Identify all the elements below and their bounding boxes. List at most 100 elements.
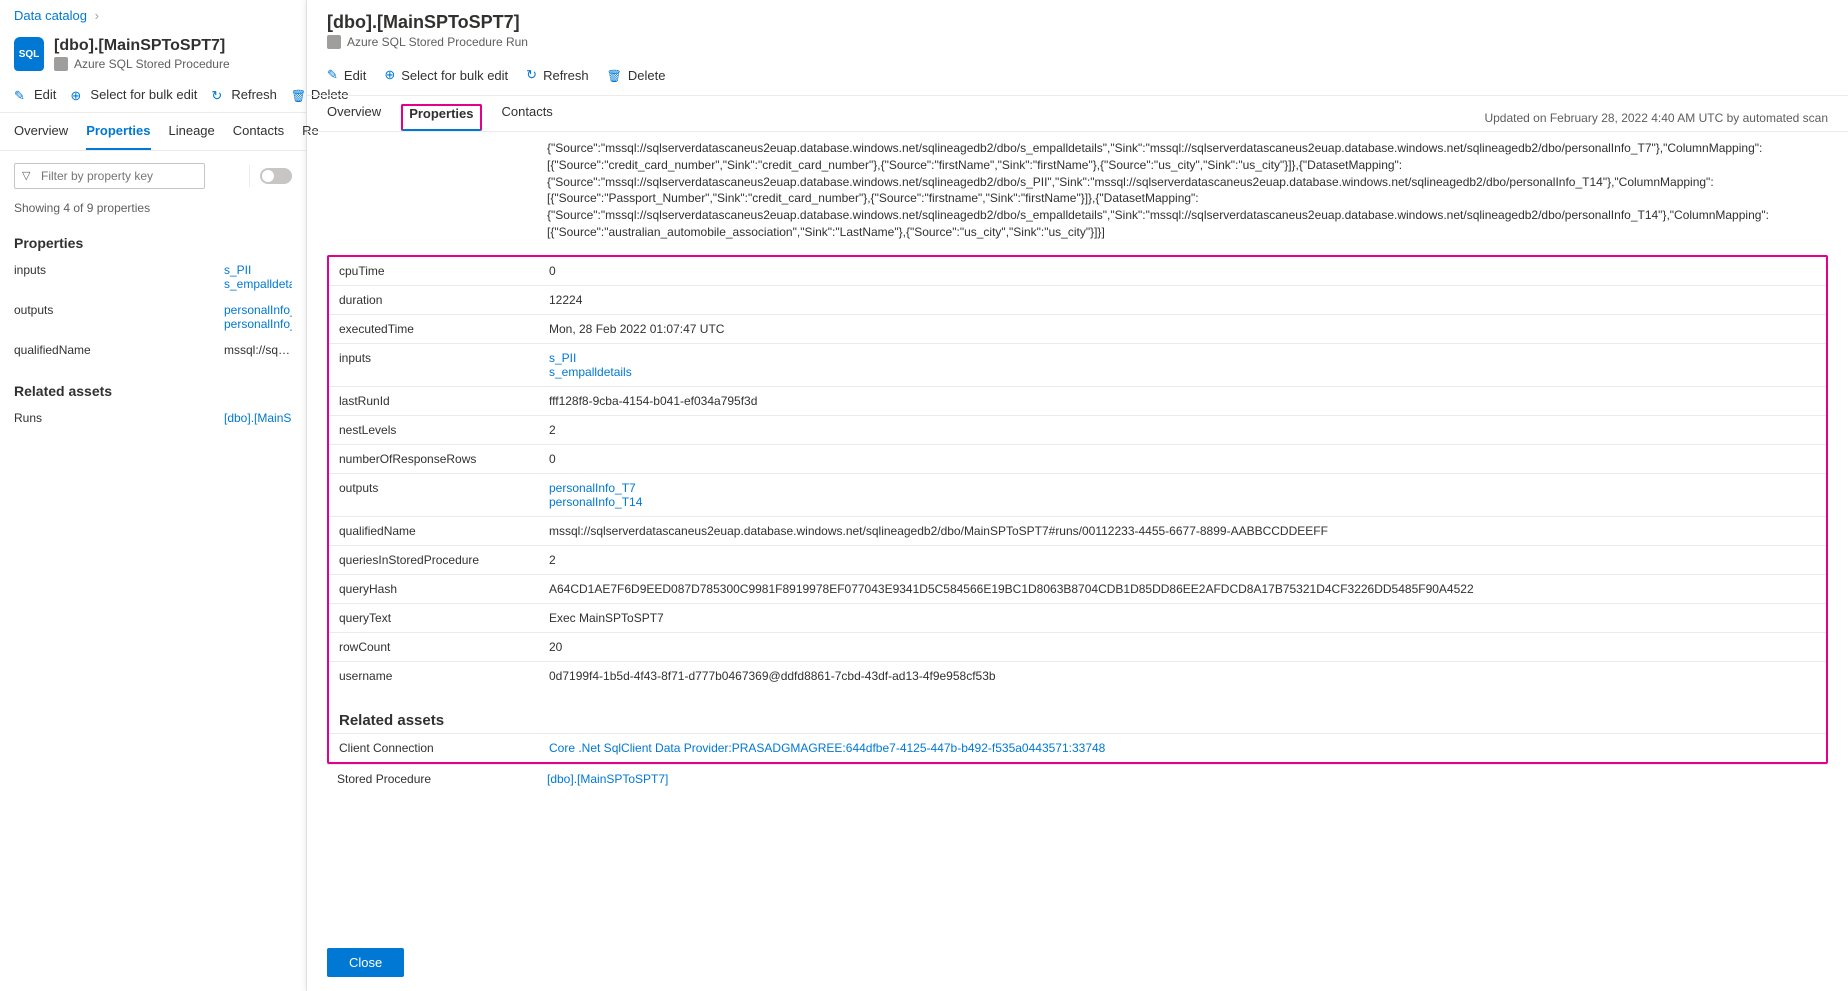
prop-row-lastrunid: lastRunId fff128f8-9cba-4154-b041-ef034a… — [329, 386, 1826, 415]
edit-icon — [327, 67, 338, 83]
bulk-edit-button[interactable]: Select for bulk edit — [70, 87, 197, 102]
filter-input[interactable] — [14, 163, 205, 189]
prop-row-executedtime: executedTime Mon, 28 Feb 2022 01:07:47 U… — [329, 314, 1826, 343]
prop-value: 20 — [549, 640, 1816, 654]
detail-scroll[interactable]: {"Source":"mssql://sqlserverdatascaneus2… — [307, 132, 1848, 934]
prop-row-qualifiedname: qualifiedName mssql://sqlserverdatascane… — [329, 516, 1826, 545]
runs-link[interactable]: [dbo].[MainSPT — [224, 411, 292, 425]
prop-key: Stored Procedure — [337, 772, 547, 786]
breadcrumb-root[interactable]: Data catalog — [14, 8, 87, 23]
tab-contacts[interactable]: Contacts — [502, 104, 553, 131]
detail-toolbar: Edit Select for bulk edit Refresh Delete — [307, 55, 1848, 96]
related-row-runs: Runs [dbo].[MainSPT — [0, 405, 306, 431]
output-link[interactable]: personalInfo_T — [224, 303, 292, 317]
input-link[interactable]: s_empalldetails — [549, 365, 1816, 379]
mapping-blob: {"Source":"mssql://sqlserverdatascaneus2… — [327, 132, 1828, 251]
delete-icon — [291, 88, 305, 102]
prop-key: Runs — [14, 411, 224, 425]
prop-value: 2 — [549, 553, 1816, 567]
updated-timestamp: Updated on February 28, 2022 4:40 AM UTC… — [1484, 111, 1828, 125]
prop-value: Mon, 28 Feb 2022 01:07:47 UTC — [549, 322, 1816, 336]
edit-button[interactable]: Edit — [14, 87, 56, 102]
properties-highlight-box: cpuTime 0 duration 12224 executedTime Mo… — [327, 255, 1828, 764]
prop-value: 0 — [549, 452, 1816, 466]
prop-key: queriesInStoredProcedure — [339, 553, 549, 567]
client-connection-link[interactable]: Core .Net SqlClient Data Provider:PRASAD… — [549, 741, 1816, 755]
prop-row-outputs: outputs personalInfo_T7 personalInfo_T14 — [329, 473, 1826, 516]
property-count: Showing 4 of 9 properties — [0, 197, 306, 225]
prop-value: 12224 — [549, 293, 1816, 307]
refresh-button[interactable]: Refresh — [211, 87, 277, 102]
prop-key: qualifiedName — [14, 343, 224, 357]
prop-key: rowCount — [339, 640, 549, 654]
detail-type-label: Azure SQL Stored Procedure Run — [347, 35, 528, 49]
detail-subtitle: Azure SQL Stored Procedure Run — [327, 35, 1828, 49]
prop-value: 0d7199f4-1b5d-4f43-8f71-d777b0467369@ddf… — [549, 669, 1816, 683]
prop-row-username: username 0d7199f4-1b5d-4f43-8f71-d777b04… — [329, 661, 1826, 690]
asset-type-label: Azure SQL Stored Procedure — [74, 57, 230, 71]
separator — [249, 165, 250, 187]
tab-contacts[interactable]: Contacts — [233, 123, 284, 150]
prop-key: lastRunId — [339, 394, 549, 408]
prop-row-cputime: cpuTime 0 — [329, 257, 1826, 285]
output-link[interactable]: personalInfo_T — [224, 317, 292, 331]
prop-value: fff128f8-9cba-4154-b041-ef034a795f3d — [549, 394, 1816, 408]
detail-tabs: Overview Properties Contacts — [327, 104, 553, 131]
prop-row-queriesinsp: queriesInStoredProcedure 2 — [329, 545, 1826, 574]
prop-value: mssql://sqlserv — [224, 343, 292, 357]
prop-value: A64CD1AE7F6D9EED087D785300C9981F8919978E… — [549, 582, 1816, 596]
tab-properties[interactable]: Properties — [86, 123, 150, 150]
prop-key: duration — [339, 293, 549, 307]
prop-row-qualified: qualifiedName mssql://sqlserv — [0, 337, 306, 363]
left-tabs: Overview Properties Lineage Contacts Re — [0, 113, 306, 151]
prop-row-rowcount: rowCount 20 — [329, 632, 1826, 661]
left-panel: Data catalog › SQL [dbo].[MainSPToSPT7] … — [0, 0, 307, 991]
prop-row-outputs: outputs personalInfo_T personalInfo_T — [0, 297, 306, 337]
prop-key: executedTime — [339, 322, 549, 336]
edit-icon — [14, 88, 28, 102]
asset-title: [dbo].[MainSPToSPT7] — [54, 37, 230, 55]
delete-icon — [607, 68, 622, 83]
prop-key: queryText — [339, 611, 549, 625]
input-link[interactable]: s_PII — [224, 263, 292, 277]
chevron-right-icon: › — [95, 8, 99, 23]
section-properties: Properties — [0, 225, 306, 257]
tab-overview[interactable]: Overview — [327, 104, 381, 131]
toggle-switch[interactable] — [260, 168, 292, 184]
tab-lineage[interactable]: Lineage — [169, 123, 215, 150]
close-button[interactable]: Close — [327, 948, 404, 977]
output-link[interactable]: personalInfo_T7 — [549, 481, 1816, 495]
input-link[interactable]: s_empalldetails — [224, 277, 292, 291]
prop-key: username — [339, 669, 549, 683]
bulk-edit-button[interactable]: Select for bulk edit — [384, 67, 508, 83]
prop-key: cpuTime — [339, 264, 549, 278]
prop-key: nestLevels — [339, 423, 549, 437]
tab-overview[interactable]: Overview — [14, 123, 68, 150]
prop-value: Exec MainSPToSPT7 — [549, 611, 1816, 625]
stored-procedure-link[interactable]: [dbo].[MainSPToSPT7] — [547, 772, 1818, 786]
prop-key: outputs — [14, 303, 224, 331]
delete-button[interactable]: Delete — [607, 67, 666, 83]
prop-key: qualifiedName — [339, 524, 549, 538]
prop-key: inputs — [14, 263, 224, 291]
prop-row-inputs: inputs s_PII s_empalldetails — [329, 343, 1826, 386]
refresh-button[interactable]: Refresh — [526, 67, 588, 83]
prop-row-numresponserows: numberOfResponseRows 0 — [329, 444, 1826, 473]
prop-key: outputs — [339, 481, 549, 495]
sql-asset-icon: SQL — [14, 37, 44, 71]
tab-properties[interactable]: Properties — [401, 104, 481, 131]
prop-value: mssql://sqlserverdatascaneus2euap.databa… — [549, 524, 1816, 538]
prop-row-querytext: queryText Exec MainSPToSPT7 — [329, 603, 1826, 632]
prop-value: 0 — [549, 264, 1816, 278]
plus-circle-icon — [384, 67, 395, 83]
related-row-client: Client Connection Core .Net SqlClient Da… — [329, 733, 1826, 762]
input-link[interactable]: s_PII — [549, 351, 1816, 365]
related-row-storedproc: Stored Procedure [dbo].[MainSPToSPT7] — [327, 764, 1828, 793]
prop-key: inputs — [339, 351, 549, 365]
output-link[interactable]: personalInfo_T14 — [549, 495, 1816, 509]
lineage-icon — [327, 35, 341, 49]
left-toolbar: Edit Select for bulk edit Refresh Delete — [0, 77, 306, 113]
edit-button[interactable]: Edit — [327, 67, 366, 83]
prop-key: queryHash — [339, 582, 549, 596]
refresh-icon — [211, 88, 225, 102]
